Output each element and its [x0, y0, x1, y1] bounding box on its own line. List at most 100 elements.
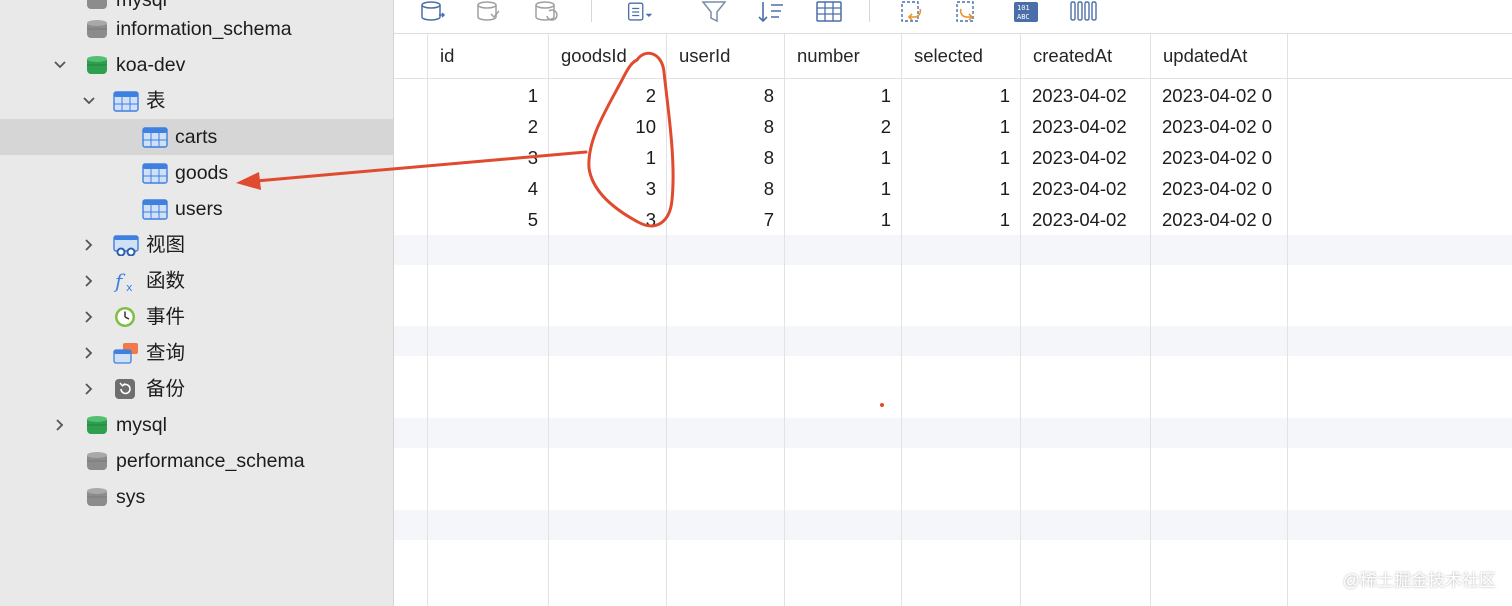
tree-item-label: sys — [116, 486, 146, 508]
tree-item-label: koa-dev — [116, 54, 186, 76]
chevron-right-icon[interactable] — [81, 335, 97, 371]
column-header-selected[interactable]: selected — [902, 34, 1020, 78]
database-icon — [87, 416, 107, 434]
tree-item-views-folder[interactable]: 视图 — [0, 227, 393, 263]
grid-stripe — [394, 510, 1512, 540]
chevron-right-icon[interactable] — [81, 227, 97, 263]
table-cell[interactable]: 1 — [785, 204, 901, 235]
table-cell[interactable]: 8 — [667, 80, 784, 111]
table-cell[interactable]: 2023-04-02 0 — [1151, 111, 1287, 142]
table-cell[interactable]: 2023-04-02 — [1021, 80, 1150, 111]
import-icon[interactable] — [418, 0, 448, 24]
tree-item-information-schema[interactable]: information_schema — [0, 11, 393, 47]
tree-item-mysql[interactable]: mysql — [0, 407, 393, 443]
tree-item-goods[interactable]: goods — [0, 155, 393, 191]
table-cell[interactable]: 4 — [428, 173, 548, 204]
table-cell[interactable]: 2023-04-02 0 — [1151, 173, 1287, 204]
table-cell[interactable]: 3 — [549, 204, 666, 235]
tree-item-label: 函数 — [146, 270, 186, 292]
filter-icon[interactable] — [699, 0, 729, 24]
tree-item-label: carts — [175, 126, 218, 148]
chevron-down-icon[interactable] — [52, 47, 68, 83]
tree-item-label: 事件 — [146, 306, 186, 328]
navigator-sidebar: mysql information_schema koa-dev 表 carts… — [0, 0, 394, 606]
grid-icon[interactable] — [814, 0, 844, 24]
tree-item-performance-schema[interactable]: performance_schema — [0, 443, 393, 479]
table-cell[interactable]: 2023-04-02 0 — [1151, 204, 1287, 235]
tree-item-label: performance_schema — [116, 450, 305, 472]
table-cell[interactable]: 2 — [785, 111, 901, 142]
columns-icon[interactable] — [1068, 0, 1098, 24]
tree-item-functions-folder[interactable]: f x 函数 — [0, 263, 393, 299]
chevron-right-icon[interactable] — [52, 407, 68, 443]
tree-item-carts[interactable]: carts — [0, 119, 393, 155]
table-cell[interactable]: 2 — [428, 111, 548, 142]
database-icon — [87, 56, 107, 74]
table-cell[interactable]: 8 — [667, 142, 784, 173]
page-icon[interactable] — [626, 0, 656, 24]
table-cell[interactable]: 2 — [549, 80, 666, 111]
tree-item-sys[interactable]: sys — [0, 479, 393, 515]
table-cell[interactable]: 2023-04-02 0 — [1151, 142, 1287, 173]
tree-item-users[interactable]: users — [0, 191, 393, 227]
column-header-number[interactable]: number — [785, 34, 901, 78]
svg-text:f: f — [113, 270, 126, 292]
table-cell[interactable]: 8 — [667, 111, 784, 142]
table-cell[interactable]: 2023-04-02 — [1021, 142, 1150, 173]
refresh-icon[interactable] — [532, 0, 562, 24]
tree-item-queries-folder[interactable]: 查询 — [0, 335, 393, 371]
undo-icon[interactable] — [897, 0, 927, 24]
table-cell[interactable]: 1 — [902, 204, 1020, 235]
chevron-right-icon[interactable] — [81, 371, 97, 407]
grid-stripe — [394, 235, 1512, 265]
column-header-id[interactable]: id — [428, 34, 548, 78]
table-cell[interactable]: 1 — [902, 111, 1020, 142]
tree-item-tables-folder[interactable]: 表 — [0, 83, 393, 119]
chevron-right-icon[interactable] — [81, 263, 97, 299]
database-icon — [87, 0, 107, 9]
table-cell[interactable]: 2023-04-02 — [1021, 173, 1150, 204]
column-header-createdat[interactable]: createdAt — [1021, 34, 1150, 78]
tree-item-koa-dev[interactable]: koa-dev — [0, 47, 393, 83]
table-cell[interactable]: 5 — [428, 204, 548, 235]
column-header-userid[interactable]: userId — [667, 34, 784, 78]
column-header-updatedat[interactable]: updatedAt — [1151, 34, 1287, 78]
sort-icon[interactable] — [756, 0, 786, 24]
header-divider — [394, 78, 1512, 79]
column-divider — [1287, 34, 1288, 606]
table-cell[interactable]: 3 — [549, 173, 666, 204]
column-header-goodsid[interactable]: goodsId — [549, 34, 666, 78]
text-binary-icon[interactable]: 101 ABC — [1011, 0, 1041, 24]
table-cell[interactable]: 1 — [428, 80, 548, 111]
export-icon[interactable] — [474, 0, 504, 24]
table-cell[interactable]: 10 — [549, 111, 666, 142]
function-icon: f x — [113, 270, 133, 292]
table-cell[interactable]: 1 — [549, 142, 666, 173]
table-cell[interactable]: 8 — [667, 173, 784, 204]
tree-item-label: goods — [175, 162, 229, 184]
tree-item-events-folder[interactable]: 事件 — [0, 299, 393, 335]
table-cell[interactable]: 1 — [902, 80, 1020, 111]
query-icon — [113, 343, 138, 364]
data-grid: id goodsId userId number selected create… — [394, 34, 1512, 606]
table-cell[interactable]: 7 — [667, 204, 784, 235]
table-cell[interactable]: 2023-04-02 — [1021, 111, 1150, 142]
table-cell[interactable]: 1 — [785, 142, 901, 173]
table-icon — [142, 163, 168, 184]
svg-text:101: 101 — [1017, 4, 1030, 12]
table-cell[interactable]: 1 — [785, 173, 901, 204]
chevron-right-icon[interactable] — [81, 299, 97, 335]
tree-item-label: 表 — [146, 90, 166, 112]
table-cell[interactable]: 3 — [428, 142, 548, 173]
chevron-down-icon[interactable] — [81, 83, 97, 119]
tree-item-backups-folder[interactable]: 备份 — [0, 371, 393, 407]
table-cell[interactable]: 1 — [785, 80, 901, 111]
table-cell[interactable]: 2023-04-02 — [1021, 204, 1150, 235]
table-cell[interactable]: 2023-04-02 0 — [1151, 80, 1287, 111]
watermark: @稀土掘金技术社区 — [1342, 571, 1496, 590]
table-cell[interactable]: 1 — [902, 142, 1020, 173]
redo-icon[interactable] — [952, 0, 982, 24]
toolbar: 101 ABC — [394, 0, 1512, 34]
table-cell[interactable]: 1 — [902, 173, 1020, 204]
svg-text:x: x — [126, 281, 133, 292]
